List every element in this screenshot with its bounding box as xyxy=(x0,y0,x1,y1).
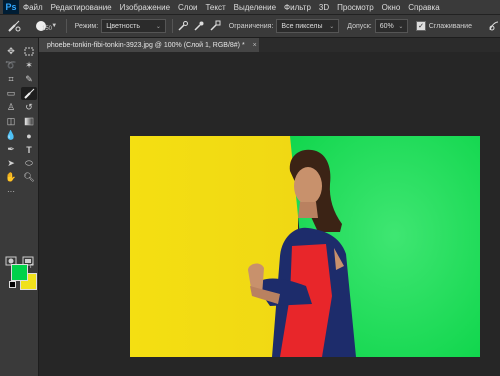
menu-filter[interactable]: Фильтр xyxy=(280,3,315,12)
marquee-tool-icon[interactable] xyxy=(21,45,37,58)
pressure-size-icon[interactable] xyxy=(488,20,500,32)
gradient-tool-icon[interactable] xyxy=(21,115,37,128)
tools-panel: ✥ ➰ ✶ ⌗ ✎ ▭ ♙ ↺ ◫ 💧 ● ✒ T ➤ ⬭ ✋ 🔍︎ ··· ↱ xyxy=(0,38,39,376)
tool-preset-picker[interactable] xyxy=(6,18,22,34)
history-brush-tool-icon[interactable]: ↺ xyxy=(21,101,37,114)
antialias-checkbox[interactable]: ✓ xyxy=(416,21,426,31)
ellipse-tool-icon[interactable]: ⬭ xyxy=(21,157,37,170)
hand-tool-icon[interactable]: ✋ xyxy=(3,171,19,184)
eyedropper-tool-icon[interactable]: ✎ xyxy=(21,73,37,86)
foreground-color-swatch[interactable] xyxy=(11,264,28,281)
limits-label: Ограничения: xyxy=(228,22,274,30)
sampling-once-icon[interactable] xyxy=(193,20,205,32)
tolerance-label: Допуск: xyxy=(347,22,372,30)
document-tab-bar: phoebe-tonkin-fibi-tonkin-3923.jpg @ 100… xyxy=(39,38,500,52)
color-replacement-brush-icon xyxy=(8,20,21,32)
menu-3d[interactable]: 3D xyxy=(315,3,333,12)
limits-select[interactable]: Все пикселы ⌄ xyxy=(276,19,340,33)
photoshop-logo: Ps xyxy=(3,0,19,14)
eraser-tool-icon[interactable]: ◫ xyxy=(3,115,19,128)
lasso-tool-icon[interactable]: ➰ xyxy=(3,59,19,72)
magic-wand-tool-icon[interactable]: ✶ xyxy=(21,59,37,72)
pen-tool-icon[interactable]: ✒ xyxy=(3,143,19,156)
more-tools-icon[interactable]: ··· xyxy=(3,185,19,198)
menu-bar: Ps Файл Редактирование Изображение Слои … xyxy=(0,0,500,15)
separator xyxy=(171,19,173,33)
menu-image[interactable]: Изображение xyxy=(116,3,174,12)
blur-tool-icon[interactable]: 💧 xyxy=(3,129,19,142)
document-tab-title: phoebe-tonkin-fibi-tonkin-3923.jpg @ 100… xyxy=(47,41,245,49)
mode-select[interactable]: Цветность ⌄ xyxy=(101,19,166,33)
menu-layers[interactable]: Слои xyxy=(174,3,201,12)
color-replacement-tool-icon[interactable] xyxy=(21,87,37,100)
chevron-down-icon: ⌄ xyxy=(155,23,161,30)
crop-tool-icon[interactable]: ⌗ xyxy=(3,73,19,86)
antialias-label: Сглаживание xyxy=(428,22,472,30)
menu-view[interactable]: Просмотр xyxy=(333,3,378,12)
brush-size-value: 150 xyxy=(42,26,53,32)
tolerance-value: 60% xyxy=(379,22,394,30)
mode-label: Режим: xyxy=(74,22,99,30)
type-tool-icon[interactable]: T xyxy=(21,143,37,156)
document-tab[interactable]: phoebe-tonkin-fibi-tonkin-3923.jpg @ 100… xyxy=(39,38,259,52)
menu-type[interactable]: Текст xyxy=(201,3,229,12)
menu-select[interactable]: Выделение xyxy=(230,3,280,12)
healing-brush-tool-icon[interactable]: ▭ xyxy=(3,87,19,100)
close-icon[interactable]: × xyxy=(253,42,257,49)
sampling-continuous-icon[interactable] xyxy=(177,20,189,32)
limits-value: Все пикселы xyxy=(281,22,323,30)
path-selection-tool-icon[interactable]: ➤ xyxy=(3,157,19,170)
zoom-tool-icon[interactable]: 🔍︎ xyxy=(21,171,37,184)
document-canvas[interactable] xyxy=(130,136,480,357)
tolerance-input[interactable]: 60% ⌄ xyxy=(374,19,409,33)
chevron-down-icon: ⌄ xyxy=(398,23,404,30)
default-colors-icon[interactable] xyxy=(9,281,16,288)
menu-edit[interactable]: Редактирование xyxy=(47,3,116,12)
separator xyxy=(65,19,67,33)
canvas-image xyxy=(130,136,480,357)
menu-window[interactable]: Окно xyxy=(378,3,405,12)
clone-stamp-tool-icon[interactable]: ♙ xyxy=(3,101,19,114)
mode-value: Цветность xyxy=(106,22,140,30)
chevron-down-icon: ⌄ xyxy=(329,23,335,30)
dodge-tool-icon[interactable]: ● xyxy=(21,129,37,142)
menu-help[interactable]: Справка xyxy=(404,3,443,12)
menu-file[interactable]: Файл xyxy=(19,3,47,12)
move-tool-icon[interactable]: ✥ xyxy=(3,45,19,58)
options-bar: ▼ Режим: Цветность ⌄ Ограничения: Все пи… xyxy=(0,15,500,38)
sampling-background-icon[interactable] xyxy=(209,20,221,32)
